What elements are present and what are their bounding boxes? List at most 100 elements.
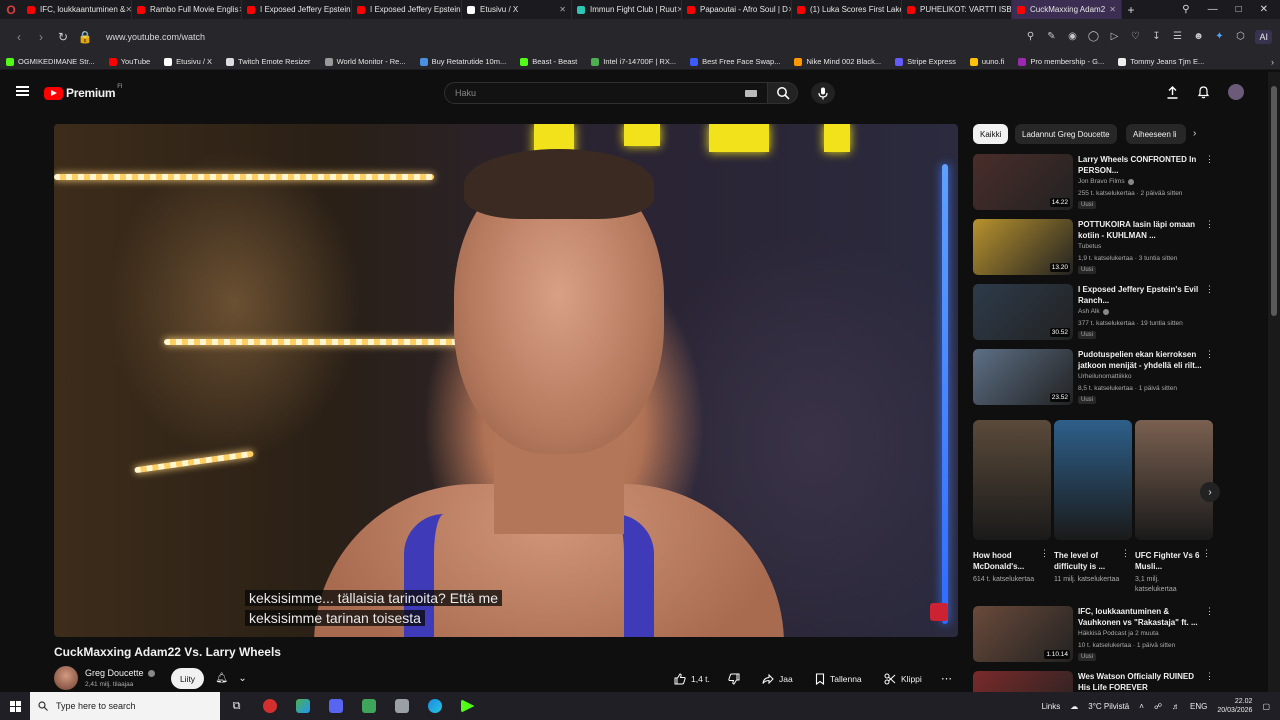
recommendation-item[interactable]: 23.52 Pudotuspelien ekan kierroksen jatko…: [973, 349, 1214, 407]
shield-icon[interactable]: ◯: [1087, 31, 1099, 42]
recommendation-channel-row[interactable]: Tubetus: [1078, 243, 1101, 250]
minimize-button[interactable]: —: [1208, 4, 1218, 15]
taskbar-app-4[interactable]: [352, 692, 385, 720]
subscribed-bell-button[interactable]: 🔔︎ ⌄: [210, 668, 252, 689]
recommendation-item[interactable]: 14.22 Larry Wheels CONFRONTED In PERSON..…: [973, 154, 1214, 212]
taskbar-edge[interactable]: [418, 692, 451, 720]
recommendation-title[interactable]: Wes Watson Officially RUINED His Life FO…: [1078, 672, 1203, 692]
filter-chip[interactable]: Ladannut Greg Doucette: [1015, 124, 1117, 144]
short-thumbnail[interactable]: [973, 420, 1051, 540]
tab-close-icon[interactable]: ✕: [559, 5, 566, 14]
recommendation-title[interactable]: POTTUKOIRA lasin läpi omaan kotiin - KUH…: [1078, 220, 1203, 241]
reload-button[interactable]: ↻: [52, 30, 74, 44]
weather-text[interactable]: 3°C Pilvistä: [1088, 702, 1129, 711]
clock[interactable]: 22.02 20/03/2026: [1217, 697, 1252, 715]
filter-chip[interactable]: Aiheeseen li: [1126, 124, 1186, 144]
more-vertical-icon[interactable]: ⋮: [1205, 284, 1214, 295]
recommendation-channel-row[interactable]: Urheilunomattiikko: [1078, 373, 1131, 380]
channel-name[interactable]: Greg Doucette: [85, 668, 144, 678]
more-vertical-icon[interactable]: ⋮: [1121, 548, 1130, 559]
recommendation-channel-row[interactable]: Ash Alk: [1078, 308, 1109, 315]
bookmark-item[interactable]: Best Free Face Swap...: [690, 57, 780, 66]
more-vertical-icon[interactable]: ⋮: [1205, 606, 1214, 617]
recommendation-channel-row[interactable]: Jon Bravo Films: [1078, 178, 1134, 185]
browser-tab[interactable]: CuckMaxxing Adam2 ✕: [1012, 0, 1122, 19]
tab-close-icon[interactable]: ✕: [1109, 5, 1116, 14]
bookmark-item[interactable]: uuno.fi: [969, 57, 1004, 66]
url-field[interactable]: www.youtube.com/watch: [106, 32, 205, 42]
recommendation-item[interactable]: 1.10.14 IFC, loukkaantuminen & Vauhkonen …: [973, 606, 1214, 664]
more-vertical-icon[interactable]: ⋮: [1205, 219, 1214, 230]
forward-button[interactable]: ›: [30, 30, 52, 44]
video-thumbnail[interactable]: 23.52: [973, 349, 1073, 405]
scrollbar-thumb[interactable]: [1271, 86, 1277, 316]
download-icon[interactable]: ↧: [1150, 31, 1162, 42]
recommendation-channel[interactable]: Tubetus: [1078, 243, 1101, 250]
browser-tab[interactable]: (1) Luka Scores First Lake✕: [792, 0, 902, 19]
edit-icon[interactable]: ✎: [1045, 31, 1057, 42]
channel-watermark-icon[interactable]: [930, 603, 948, 621]
browser-tab[interactable]: I Exposed Jeffery Epstein✕: [352, 0, 462, 19]
recommendation-channel[interactable]: Ash Alk: [1078, 308, 1100, 315]
clip-button[interactable]: Klippi: [876, 668, 930, 689]
start-button[interactable]: [0, 692, 30, 720]
youtube-logo[interactable]: Premium FI: [44, 84, 123, 100]
account-avatar[interactable]: [1228, 84, 1244, 100]
play-icon[interactable]: ▷: [1108, 31, 1120, 42]
short-title[interactable]: The level of difficulty is ...: [1054, 550, 1120, 572]
search-input[interactable]: Haku: [444, 82, 768, 104]
short-thumbnail[interactable]: [1054, 420, 1132, 540]
like-button[interactable]: 1,4 t.: [666, 668, 718, 689]
save-button[interactable]: Tallenna: [807, 668, 870, 689]
browser-tab[interactable]: IFC, loukkaantuminen & ✕: [22, 0, 132, 19]
volume-icon[interactable]: ♬: [1172, 702, 1180, 711]
upload-icon[interactable]: [1166, 85, 1179, 99]
short-thumbnail[interactable]: [1135, 420, 1213, 540]
browser-tab[interactable]: I Exposed Jeffery Epstein✕: [242, 0, 352, 19]
search-tabs-icon[interactable]: ⚲: [1182, 4, 1189, 15]
browser-tab[interactable]: Etusivu / X ✕: [462, 0, 572, 19]
page-scrollbar[interactable]: [1268, 72, 1280, 692]
recommendation-item[interactable]: 30.52 I Exposed Jeffery Epstein's Evil Ra…: [973, 284, 1214, 342]
bookmark-item[interactable]: Tommy Jeans Tjm E...: [1118, 57, 1204, 66]
recommendation-title[interactable]: Larry Wheels CONFRONTED In PERSON...: [1078, 155, 1203, 176]
bookmark-item[interactable]: Nike Mind 002 Black...: [794, 57, 881, 66]
taskbar-discord[interactable]: [319, 692, 352, 720]
extension-icon[interactable]: ✦: [1213, 31, 1225, 42]
bookmark-item[interactable]: Stripe Express: [895, 57, 956, 66]
join-button[interactable]: Liity: [171, 668, 204, 689]
bookmark-item[interactable]: Intel i7-14700F | RX...: [591, 57, 676, 66]
recommendation-title[interactable]: I Exposed Jeffery Epstein's Evil Ranch..…: [1078, 285, 1203, 306]
back-button[interactable]: ‹: [8, 30, 30, 44]
taskbar-opera[interactable]: [253, 692, 286, 720]
more-vertical-icon[interactable]: ⋮: [1205, 671, 1213, 682]
recommendation-item[interactable]: 13.20 POTTUKOIRA lasin läpi omaan kotiin …: [973, 219, 1214, 277]
links-toolbar[interactable]: Links: [1042, 702, 1061, 711]
video-thumbnail[interactable]: 30.52: [973, 284, 1073, 340]
profile-icon[interactable]: ☻: [1192, 31, 1204, 42]
bookmark-item[interactable]: Twitch Emote Resizer: [226, 57, 311, 66]
bookmark-item[interactable]: OGMIKEDIMANE Str...: [6, 57, 95, 66]
more-vertical-icon[interactable]: ⋮: [1205, 154, 1214, 165]
browser-tab[interactable]: Immun Fight Club | Ruut✕: [572, 0, 682, 19]
notifications-bell-icon[interactable]: [1197, 85, 1210, 99]
recommendation-title[interactable]: IFC, loukkaantuminen & Vauhkonen vs "Rak…: [1078, 607, 1203, 628]
chevron-up-icon[interactable]: ˄: [1139, 702, 1144, 711]
browser-tab[interactable]: Papaoutai - Afro Soul | D✕: [682, 0, 792, 19]
video-thumbnail[interactable]: [973, 671, 1073, 692]
bookmark-item[interactable]: Etusivu / X: [164, 57, 212, 66]
bookmark-item[interactable]: World Monitor - Re...: [324, 57, 406, 66]
recommendation-title[interactable]: Pudotuspelien ekan kierroksen jatkoon me…: [1078, 350, 1203, 371]
short-item[interactable]: How hood McDonald's... 614 t. katselukert…: [973, 420, 1051, 585]
recommendation-channel[interactable]: Urheilunomattiikko: [1078, 373, 1131, 380]
recommendation-channel[interactable]: Häkkisä Podcast ja 2 muuta: [1078, 630, 1159, 637]
short-item[interactable]: The level of difficulty is ... 11 milj. k…: [1054, 420, 1132, 585]
recommendation-item[interactable]: Wes Watson Officially RUINED His Life FO…: [973, 671, 1213, 692]
search-icon[interactable]: ⚲: [1024, 31, 1036, 42]
recommendation-channel[interactable]: Jon Bravo Films: [1078, 178, 1125, 185]
video-thumbnail[interactable]: 14.22: [973, 154, 1073, 210]
dislike-button[interactable]: [720, 668, 748, 689]
recommendation-channel-row[interactable]: Häkkisä Podcast ja 2 muuta: [1078, 630, 1159, 637]
video-player[interactable]: keksisimme... tällaisia tarinoita? Että …: [54, 124, 958, 637]
guide-menu-icon[interactable]: [16, 86, 29, 96]
